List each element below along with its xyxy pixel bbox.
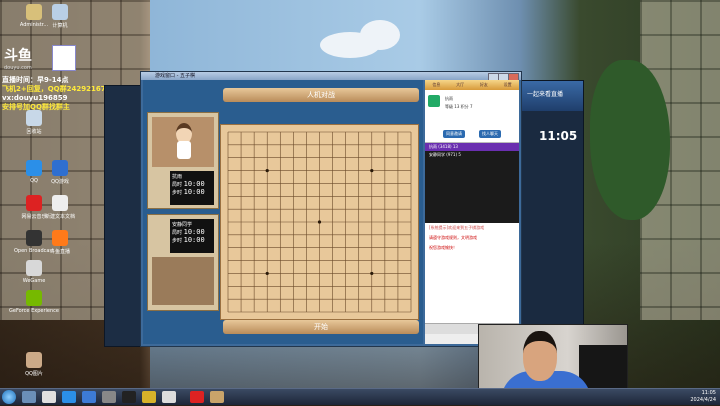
desktop-icon[interactable]: QQ游戏 <box>30 160 90 185</box>
star-point <box>265 168 269 173</box>
list-extra: 13 <box>452 144 458 149</box>
game-area: 人机对战 抗雨 局时 10:00 步时 10:00 安静同学 局时 10:00 … <box>143 80 423 344</box>
player-panel-2: 安静同学 局时 10:00 步时 10:00 <box>147 214 219 311</box>
sidebar-tab[interactable]: 信息 <box>425 80 448 90</box>
wallpaper-cloud <box>360 20 400 50</box>
user-name: 抗雨 <box>445 96 453 101</box>
chat-line: 祝您游戏愉快！ <box>429 245 457 250</box>
tray-date: 2024/4/24 <box>690 397 716 403</box>
douyu-icon <box>52 230 68 246</box>
overlay-line: 直播时间：早9-14点 <box>2 76 69 84</box>
list-name: 抗雨 <box>429 144 437 149</box>
player-timer-box: 安静同学 局时 10:00 步时 10:00 <box>170 219 214 253</box>
desktop-icon[interactable]: 计算机 <box>30 4 90 29</box>
chat-log: [系统提示]欢迎来到五子棋游戏 请遵守游戏规则，文明游戏 祝您游戏愉快！ <box>425 223 519 323</box>
score-label: 积分 <box>460 104 469 109</box>
user-avatar <box>428 95 440 107</box>
list-extra: 5 <box>458 152 461 157</box>
desktop-icon[interactable]: GeForce Experience <box>4 290 64 314</box>
star-point <box>317 220 322 224</box>
find-chat-button[interactable]: 找人聊天 <box>479 130 501 138</box>
wallpaper-tree <box>590 60 670 220</box>
player-timer-box: 抗雨 局时 10:00 步时 10:00 <box>170 171 214 205</box>
side-app-clock: 11:05 <box>539 129 578 143</box>
gomoku-window[interactable]: 游戏窗口 - 五子棋 人机对战 抗雨 局时 10:00 步时 10:00 安静同… <box>140 71 522 347</box>
game-time: 10:00 <box>183 180 205 188</box>
gomoku-board[interactable] <box>220 124 419 320</box>
computer-icon <box>52 4 68 20</box>
desktop-icon[interactable]: 新建文本文档 <box>30 195 90 220</box>
taskbar-qq-icon[interactable] <box>62 391 76 403</box>
sidebar-tab[interactable]: 设置 <box>496 80 519 90</box>
list-item[interactable]: 安静同学 (971) 5 <box>425 151 519 159</box>
taskbar-explorer-icon[interactable] <box>22 391 36 403</box>
desktop-icon[interactable]: 回收站 <box>4 110 64 135</box>
taskbar: 11:05 2024/4/24 <box>0 388 720 405</box>
rank-label: 等级 <box>445 104 453 109</box>
score-value: 7 <box>469 104 473 109</box>
star-point <box>265 271 269 276</box>
game-sidebar: 信息 大厅 好友 设置 抗雨 等级 13 积分 7 同意邀请 找人聊天 抗雨 (… <box>425 80 519 344</box>
player-avatar <box>152 117 214 167</box>
player-avatar-empty <box>152 257 214 305</box>
move-time-label: 步时 <box>172 190 183 196</box>
user-rank-row: 等级 13 积分 7 <box>445 104 472 110</box>
taskbar-app-icon[interactable] <box>162 391 176 403</box>
user-info: 抗雨 等级 13 积分 7 同意邀请 找人聊天 <box>425 90 519 143</box>
image-file-icon <box>26 352 42 368</box>
chat-line: 请遵守游戏规则，文明游戏 <box>429 235 477 240</box>
taskbar-obs-icon[interactable] <box>122 391 136 403</box>
list-score: (971) <box>446 152 458 157</box>
overlay-info: 直播时间：早9-14点 飞机2+回复，QQ群242921671 vx:douyu… <box>2 76 110 112</box>
taskbar-app-icon[interactable] <box>82 391 96 403</box>
taskbar-app-icon[interactable] <box>142 391 156 403</box>
accept-invite-button[interactable]: 同意邀请 <box>443 130 465 138</box>
chat-line: [系统提示]欢迎来到五子棋游戏 <box>429 225 485 230</box>
player-name: 安静同学 <box>172 222 193 228</box>
game-time: 10:00 <box>183 228 205 236</box>
douyu-logo: 斗鱼 douyu.com <box>4 45 76 71</box>
desktop-icon[interactable]: QQ图片 <box>4 352 64 377</box>
overlay-line: 安排号加QQ群找群主 <box>2 103 70 111</box>
list-name: 安静同学 <box>429 152 445 157</box>
tray-clock[interactable]: 11:05 2024/4/24 <box>690 390 716 404</box>
taskbar-music-icon[interactable] <box>190 391 204 403</box>
move-time: 10:00 <box>183 236 205 244</box>
overlay-line: vx:douyu196859 <box>2 94 68 102</box>
taskbar-app-icon[interactable] <box>102 391 116 403</box>
player-list: 抗雨 (3418) 13 安静同学 (971) 5 <box>425 143 519 223</box>
move-time: 10:00 <box>183 188 205 196</box>
tray-time: 11:05 <box>701 390 716 396</box>
side-app-window[interactable]: 一起来看直播 11:05 <box>520 80 584 330</box>
mode-banner: 人机对战 <box>223 88 419 102</box>
desktop-icon[interactable]: 斗鱼直播 <box>30 230 90 255</box>
move-time-label: 步时 <box>172 238 183 244</box>
recycle-bin-icon <box>26 110 42 126</box>
player-panel-1: 抗雨 局时 10:00 步时 10:00 <box>147 112 219 209</box>
taskbar-chrome-icon[interactable] <box>42 391 56 403</box>
start-banner[interactable]: 开始 <box>223 320 419 334</box>
geforce-icon <box>26 290 42 306</box>
star-point <box>370 168 374 173</box>
list-score: (3418) <box>438 144 452 149</box>
sidebar-tab[interactable]: 好友 <box>473 80 496 90</box>
wegame-icon <box>26 260 42 276</box>
start-button[interactable] <box>2 390 16 404</box>
rank-value: 13 <box>454 104 460 109</box>
sidebar-tabs: 信息 大厅 好友 设置 <box>425 80 519 90</box>
sidebar-tab[interactable]: 大厅 <box>449 80 472 90</box>
window-titlebar[interactable]: 游戏窗口 - 五子棋 <box>141 72 521 81</box>
overlay-line: 飞机2+回复，QQ群242921671 <box>2 85 111 93</box>
avatar-body <box>177 141 191 159</box>
text-file-icon <box>52 195 68 211</box>
player-name: 抗雨 <box>172 174 183 180</box>
logo-badge <box>52 45 76 71</box>
list-item[interactable]: 抗雨 (3418) 13 <box>425 143 519 151</box>
taskbar-game-icon[interactable] <box>210 391 224 403</box>
desktop-icon[interactable]: WeGame <box>4 260 64 284</box>
side-app-header: 一起来看直播 <box>521 81 583 111</box>
webcam-person-face <box>523 331 557 381</box>
star-point <box>370 271 374 276</box>
qq-game-icon <box>52 160 68 176</box>
